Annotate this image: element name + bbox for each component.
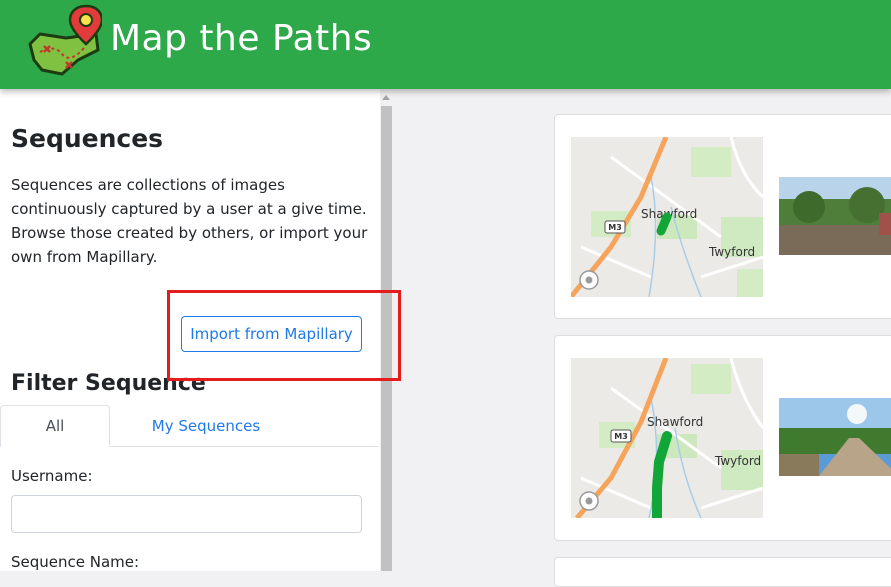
username-input[interactable]: [11, 495, 362, 533]
sequence-card[interactable]: [554, 557, 891, 587]
app-header: Map the Paths: [0, 0, 891, 89]
tab-my-sequences[interactable]: My Sequences: [110, 405, 302, 447]
scrollbar-thumb[interactable]: [381, 106, 392, 571]
sequence-card[interactable]: M3 Shawford Twyford: [554, 114, 891, 319]
map-pin-logo-icon[interactable]: [26, 4, 102, 78]
town-label: Shawford: [647, 415, 703, 429]
town-label: Twyford: [708, 245, 755, 259]
filter-sequence-heading: Filter Sequence: [11, 371, 206, 396]
sequence-card[interactable]: M3 Shawford Twyford: [554, 335, 891, 541]
sequence-map-thumbnail[interactable]: M3 Shawford Twyford: [571, 137, 763, 297]
app-title: Map the Paths: [110, 18, 373, 59]
town-label: Twyford: [714, 454, 761, 468]
section-description: Sequences are collections of images cont…: [11, 176, 368, 266]
username-label: Username:: [11, 467, 93, 485]
sequence-map-thumbnail[interactable]: M3 Shawford Twyford: [571, 358, 763, 518]
road-label: M3: [614, 432, 628, 441]
scroll-up-arrow-icon[interactable]: [382, 95, 390, 100]
import-from-mapillary-button[interactable]: Import from Mapillary: [181, 316, 362, 352]
road-label: M3: [608, 223, 622, 232]
tab-all[interactable]: All: [0, 405, 110, 447]
page-title: Sequences: [11, 124, 164, 153]
sequence-photo-thumbnail[interactable]: [779, 177, 891, 255]
sequence-name-label: Sequence Name:: [11, 553, 140, 571]
sequence-photo-thumbnail[interactable]: [779, 398, 891, 476]
